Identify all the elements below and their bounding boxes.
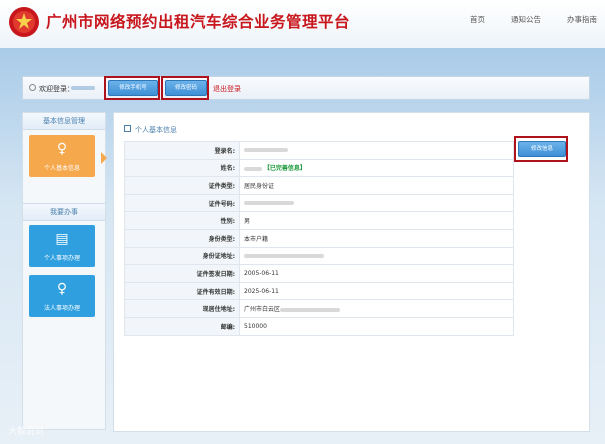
login-name-label: 登录名: — [124, 141, 240, 160]
tile-personal-info[interactable]: ♀ 个人基本信息 — [29, 135, 107, 177]
table-row: 身份类型: 本市户籍 — [124, 228, 514, 248]
gender-value: 男 — [239, 211, 514, 230]
tile-corporate-tasks[interactable]: ♀ 法人事项办理 — [29, 275, 95, 317]
identity-type-label: 身份类型: — [124, 228, 240, 248]
section-title: 个人基本信息 — [124, 125, 177, 135]
tile-personal-tasks-label: 个人事项办理 — [43, 255, 80, 262]
table-row: 身份证地址: — [124, 246, 514, 266]
highlight-box-phone — [104, 76, 160, 100]
table-row: 邮编: 510000 — [124, 316, 514, 336]
verified-tag: 【已完善信息】 — [263, 165, 306, 173]
name-label: 姓名: — [124, 158, 240, 178]
watermark: 大数说说 — [8, 427, 45, 437]
expiry-date-value: 2025-06-11 — [239, 281, 514, 301]
edit-icon — [124, 125, 131, 132]
tile-personal-info-label: 个人基本信息 — [43, 165, 80, 172]
table-row: 证件号码: — [124, 193, 514, 213]
table-row: 现居住地址: 广州市白云区 — [124, 299, 514, 318]
user-icon: ♀ — [56, 281, 68, 297]
highlight-box-edit — [514, 136, 568, 162]
tile-personal-tasks[interactable]: ▤ 个人事项办理 — [29, 225, 95, 267]
person-icon: ♀ — [56, 141, 68, 157]
residence-value: 广州市白云区 — [239, 299, 514, 318]
id-type-label: 证件类型: — [124, 176, 240, 195]
login-name-value — [239, 141, 514, 160]
id-address-label: 身份证地址: — [124, 246, 240, 266]
table-row: 证件有效日期: 2025-06-11 — [124, 281, 514, 301]
zip-label: 邮编: — [124, 316, 240, 336]
nav-guide[interactable]: 办事指南 — [567, 14, 597, 25]
welcome-bar: 欢迎登录： 修改手机号 修改密码 退出登录 — [22, 76, 590, 100]
gender-label: 性别: — [124, 211, 240, 230]
sidebar-heading-tasks: 我要办事 — [23, 203, 105, 221]
main-panel: 个人基本信息 登录名: 姓名: 【已完善信息】 证件类型: 居民身份证 证件号码… — [113, 112, 590, 432]
table-row: 证件签发日期: 2005-06-11 — [124, 264, 514, 283]
personal-info-table: 登录名: 姓名: 【已完善信息】 证件类型: 居民身份证 证件号码: 性别: 男… — [124, 141, 514, 336]
issue-date-value: 2005-06-11 — [239, 264, 514, 283]
residence-label: 现居住地址: — [124, 299, 240, 318]
sidebar: 基本信息管理 ♀ 个人基本信息 我要办事 ▤ 个人事项办理 ♀ 法人事项办理 — [22, 112, 107, 430]
user-icon — [29, 84, 36, 91]
highlight-box-password — [161, 76, 209, 100]
table-row: 性别: 男 — [124, 211, 514, 230]
document-icon: ▤ — [55, 231, 69, 247]
identity-type-value: 本市户籍 — [239, 228, 514, 248]
table-row: 证件类型: 居民身份证 — [124, 176, 514, 195]
welcome-label: 欢迎登录： — [39, 85, 74, 93]
nav-home[interactable]: 首页 — [470, 14, 485, 25]
table-row: 姓名: 【已完善信息】 — [124, 158, 514, 178]
emblem-icon — [9, 7, 39, 37]
top-nav: 首页 通知公告 办事指南 — [444, 14, 597, 25]
active-pointer — [101, 152, 107, 164]
expiry-date-label: 证件有效日期: — [124, 281, 240, 301]
id-number-label: 证件号码: — [124, 193, 240, 213]
tile-corporate-tasks-label: 法人事项办理 — [43, 305, 80, 312]
logout-link[interactable]: 退出登录 — [213, 84, 241, 94]
issue-date-label: 证件签发日期: — [124, 264, 240, 283]
id-type-value: 居民身份证 — [239, 176, 514, 195]
table-row: 登录名: — [124, 141, 514, 160]
site-header: 广州市网络预约出租汽车综合业务管理平台 首页 通知公告 办事指南 — [0, 0, 605, 49]
name-value: 【已完善信息】 — [239, 158, 514, 178]
sidebar-heading-basic: 基本信息管理 — [23, 113, 105, 130]
site-title: 广州市网络预约出租汽车综合业务管理平台 — [46, 13, 351, 31]
id-address-value — [239, 246, 514, 266]
username-redacted — [71, 86, 95, 90]
nav-notices[interactable]: 通知公告 — [511, 14, 541, 25]
zip-value: 510000 — [239, 316, 514, 336]
id-number-value — [239, 193, 514, 213]
